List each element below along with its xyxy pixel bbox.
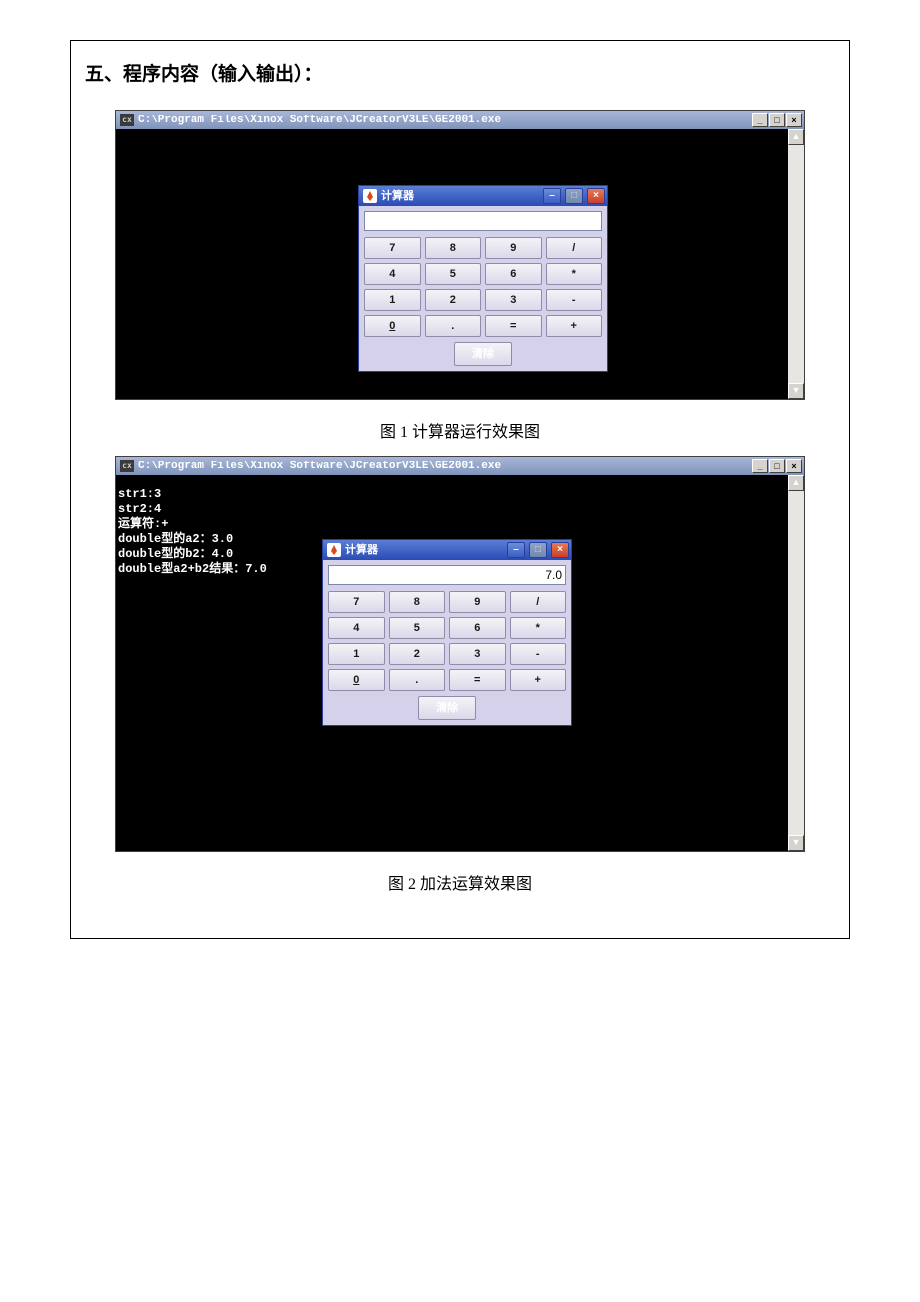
scroll-up-button[interactable]: ▲ bbox=[788, 475, 804, 491]
calc-titlebar: 计算器 – □ × bbox=[359, 186, 607, 206]
calc-clear-button[interactable]: 清除 bbox=[418, 696, 476, 720]
calc-key-dot[interactable]: . bbox=[389, 669, 446, 691]
console-window-1: cx C:\Program Files\Xinox Software\JCrea… bbox=[115, 110, 805, 400]
calc-key-5[interactable]: 5 bbox=[389, 617, 446, 639]
calc-key-9[interactable]: 9 bbox=[485, 237, 542, 259]
console-body: 计算器 – □ × 7 8 9 / 4 5 6 * bbox=[116, 129, 804, 399]
scroll-down-button[interactable]: ▼ bbox=[788, 835, 804, 851]
minimize-button[interactable]: _ bbox=[752, 113, 768, 127]
console-icon: cx bbox=[120, 460, 134, 472]
console-scrollbar[interactable]: ▲ ▼ bbox=[788, 129, 804, 399]
calc-close-button[interactable]: × bbox=[551, 542, 569, 558]
calc-key-0[interactable]: 0 bbox=[364, 315, 421, 337]
calc-key-minus[interactable]: - bbox=[546, 289, 603, 311]
calc-display[interactable]: 7.0 bbox=[328, 565, 566, 585]
section-heading: 五、程序内容（输入输出）： bbox=[85, 59, 841, 86]
figure-caption-1: 图 1 计算器运行效果图 bbox=[79, 418, 841, 442]
calc-maximize-button[interactable]: □ bbox=[565, 188, 583, 204]
java-icon bbox=[363, 189, 377, 203]
calculator-dialog-2: 计算器 – □ × 7.0 7 8 9 / 4 5 6 * bbox=[322, 539, 572, 726]
calc-display[interactable] bbox=[364, 211, 602, 231]
calc-keypad: 7 8 9 / 4 5 6 * 1 2 3 - 0 . = bbox=[328, 591, 566, 691]
calc-key-8[interactable]: 8 bbox=[425, 237, 482, 259]
console-window-2: cx C:\Program Files\Xinox Software\JCrea… bbox=[115, 456, 805, 852]
calc-key-1[interactable]: 1 bbox=[364, 289, 421, 311]
calc-minimize-button[interactable]: – bbox=[507, 542, 525, 558]
calc-key-multiply[interactable]: * bbox=[510, 617, 567, 639]
console-title-text: C:\Program Files\Xinox Software\JCreator… bbox=[138, 115, 748, 126]
console-titlebar: cx C:\Program Files\Xinox Software\JCrea… bbox=[116, 457, 804, 475]
calc-minimize-button[interactable]: – bbox=[543, 188, 561, 204]
calc-key-plus[interactable]: + bbox=[546, 315, 603, 337]
console-titlebar: cx C:\Program Files\Xinox Software\JCrea… bbox=[116, 111, 804, 129]
calc-key-minus[interactable]: - bbox=[510, 643, 567, 665]
calc-body: 7.0 7 8 9 / 4 5 6 * 1 2 3 - 0 bbox=[323, 560, 571, 725]
calc-clear-row: 清除 bbox=[328, 696, 566, 720]
calc-key-2[interactable]: 2 bbox=[425, 289, 482, 311]
calc-key-equals[interactable]: = bbox=[449, 669, 506, 691]
calc-key-8[interactable]: 8 bbox=[389, 591, 446, 613]
calc-maximize-button[interactable]: □ bbox=[529, 542, 547, 558]
calc-key-equals[interactable]: = bbox=[485, 315, 542, 337]
calc-key-divide[interactable]: / bbox=[510, 591, 567, 613]
calc-key-1[interactable]: 1 bbox=[328, 643, 385, 665]
calc-clear-button[interactable]: 清除 bbox=[454, 342, 512, 366]
calc-key-5[interactable]: 5 bbox=[425, 263, 482, 285]
calc-key-6[interactable]: 6 bbox=[485, 263, 542, 285]
calculator-dialog-1: 计算器 – □ × 7 8 9 / 4 5 6 * bbox=[358, 185, 608, 372]
java-icon bbox=[327, 543, 341, 557]
close-button[interactable]: × bbox=[786, 459, 802, 473]
maximize-button[interactable]: □ bbox=[769, 459, 785, 473]
console-scrollbar[interactable]: ▲ ▼ bbox=[788, 475, 804, 851]
calc-title-text: 计算器 bbox=[345, 545, 503, 556]
calc-key-dot[interactable]: . bbox=[425, 315, 482, 337]
calc-titlebar: 计算器 – □ × bbox=[323, 540, 571, 560]
console-icon: cx bbox=[120, 114, 134, 126]
calc-key-multiply[interactable]: * bbox=[546, 263, 603, 285]
scroll-up-button[interactable]: ▲ bbox=[788, 129, 804, 145]
console-body: str1:3 str2:4 运算符:+ double型的a2：3.0 doubl… bbox=[116, 475, 804, 851]
scroll-track[interactable] bbox=[788, 145, 804, 383]
calc-key-3[interactable]: 3 bbox=[485, 289, 542, 311]
minimize-button[interactable]: _ bbox=[752, 459, 768, 473]
calc-close-button[interactable]: × bbox=[587, 188, 605, 204]
console-title-text: C:\Program Files\Xinox Software\JCreator… bbox=[138, 461, 748, 472]
calc-keypad: 7 8 9 / 4 5 6 * 1 2 3 - 0 . = bbox=[364, 237, 602, 337]
calc-key-plus[interactable]: + bbox=[510, 669, 567, 691]
calc-key-7[interactable]: 7 bbox=[328, 591, 385, 613]
scroll-track[interactable] bbox=[788, 491, 804, 835]
scroll-down-button[interactable]: ▼ bbox=[788, 383, 804, 399]
calc-key-divide[interactable]: / bbox=[546, 237, 603, 259]
close-button[interactable]: × bbox=[786, 113, 802, 127]
calc-clear-row: 清除 bbox=[364, 342, 602, 366]
document-page: 五、程序内容（输入输出）： cx C:\Program Files\Xinox … bbox=[70, 40, 850, 939]
calc-key-9[interactable]: 9 bbox=[449, 591, 506, 613]
calc-key-0[interactable]: 0 bbox=[328, 669, 385, 691]
calc-body: 7 8 9 / 4 5 6 * 1 2 3 - 0 . = bbox=[359, 206, 607, 371]
window-controls: _ □ × bbox=[752, 113, 802, 127]
window-controls: _ □ × bbox=[752, 459, 802, 473]
console-output: str1:3 str2:4 运算符:+ double型的a2：3.0 doubl… bbox=[118, 487, 267, 577]
calc-key-4[interactable]: 4 bbox=[364, 263, 421, 285]
calc-key-6[interactable]: 6 bbox=[449, 617, 506, 639]
calc-key-2[interactable]: 2 bbox=[389, 643, 446, 665]
maximize-button[interactable]: □ bbox=[769, 113, 785, 127]
calc-key-3[interactable]: 3 bbox=[449, 643, 506, 665]
calc-key-7[interactable]: 7 bbox=[364, 237, 421, 259]
figure-caption-2: 图 2 加法运算效果图 bbox=[79, 870, 841, 894]
calc-title-text: 计算器 bbox=[381, 191, 539, 202]
calc-key-4[interactable]: 4 bbox=[328, 617, 385, 639]
